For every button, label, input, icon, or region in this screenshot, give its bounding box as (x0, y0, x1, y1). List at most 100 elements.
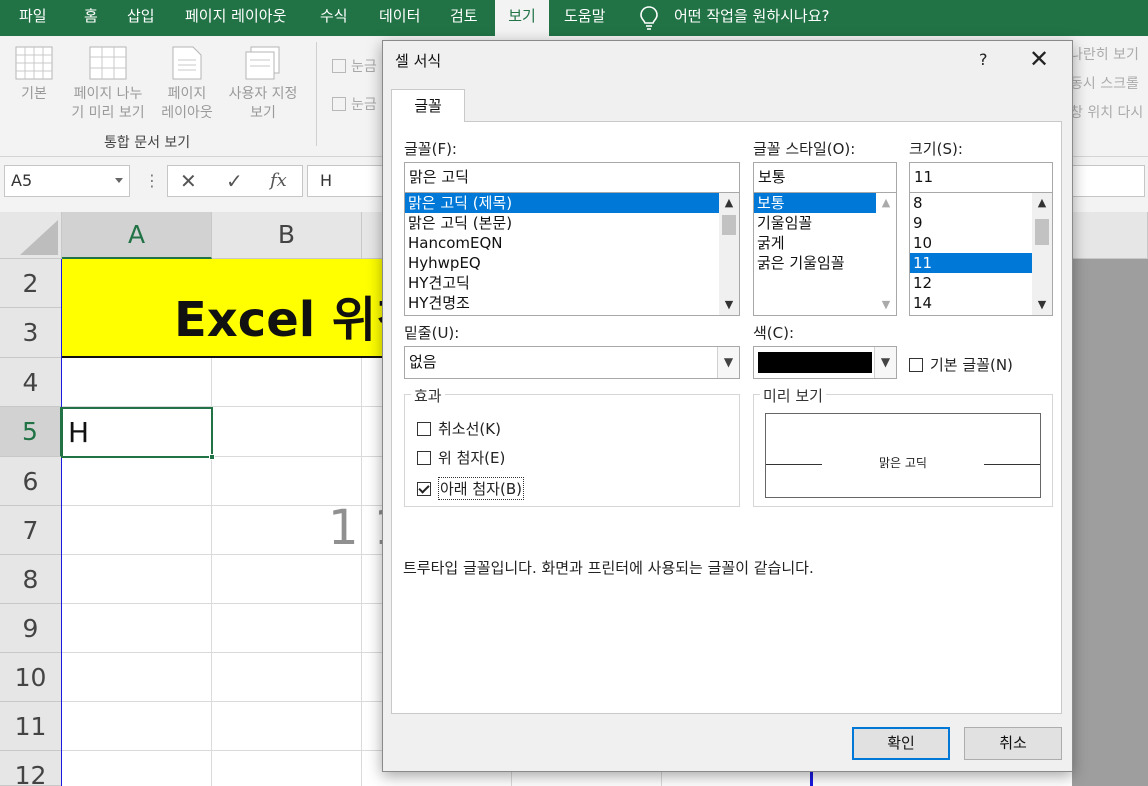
list-item[interactable]: HY견고딕 (405, 273, 739, 293)
font-list-scrollbar[interactable]: ▲ ▼ (719, 193, 739, 315)
preview-group: 미리 보기 맑은 고딕 (753, 385, 1053, 507)
cancel-button[interactable]: 취소 (964, 727, 1062, 760)
scroll-down-icon[interactable]: ▼ (879, 298, 893, 312)
scroll-thumb[interactable] (722, 215, 736, 235)
font-input[interactable]: 맑은 고딕 (404, 162, 740, 193)
select-all-triangle-icon (20, 220, 58, 255)
list-item[interactable]: HY견명조 (405, 293, 739, 313)
color-select[interactable]: ▼ (753, 346, 897, 379)
dialog-title: 셀 서식 (395, 52, 442, 70)
scroll-down-icon[interactable]: ▼ (1035, 298, 1049, 312)
chevron-down-icon[interactable] (115, 178, 123, 183)
close-button[interactable]: ✕ (1029, 47, 1049, 71)
select-all-button[interactable] (0, 212, 62, 259)
checkbox-box (417, 421, 431, 436)
font-style-list[interactable]: 보통 기울임꼴 굵게 굵은 기울임꼴 ▲ ▼ (753, 192, 897, 316)
size-list[interactable]: 8 9 10 11 12 14 ▲ ▼ (909, 192, 1053, 316)
size-list-scrollbar[interactable]: ▲ ▼ (1032, 193, 1052, 315)
list-item[interactable]: 11 (910, 253, 1032, 273)
tab-data[interactable]: 데이터 (379, 0, 420, 34)
tab-page-layout[interactable]: 페이지 레이아웃 (185, 0, 286, 34)
reset-window-position-button[interactable]: 창 위치 다시 (1070, 102, 1143, 122)
help-button[interactable]: ? (979, 50, 988, 69)
tab-file[interactable]: 파일 (19, 0, 47, 34)
page-break-preview-icon (89, 46, 127, 80)
insert-function-icon[interactable]: fx (270, 170, 287, 191)
page-layout-view-button[interactable]: 페이지 레이아웃 (156, 46, 218, 123)
headings-checkbox[interactable]: 눈금 (332, 94, 377, 114)
cancel-icon[interactable]: ✕ (180, 169, 197, 193)
row-header-9[interactable]: 9 (0, 604, 62, 653)
tell-me-search[interactable]: 어떤 작업을 원하시나요? (674, 0, 830, 34)
print-area-line (61, 259, 62, 786)
fill-handle[interactable] (209, 454, 215, 460)
strikethrough-checkbox[interactable]: 취소선(K) (417, 418, 501, 439)
subscript-checkbox[interactable]: 아래 첨자(B) (417, 477, 524, 500)
column-header-a[interactable]: A (62, 212, 212, 259)
ok-button[interactable]: 확인 (852, 727, 950, 760)
row-header-12[interactable]: 12 (0, 751, 62, 786)
font-list[interactable]: 맑은 고딕 (제목) 맑은 고딕 (본문) HancomEQN HyhwpEQ … (404, 192, 740, 316)
tab-view[interactable]: 보기 (495, 0, 549, 36)
tab-help[interactable]: 도움말 (564, 0, 605, 34)
tab-font[interactable]: 글꼴 (391, 89, 465, 122)
list-item[interactable]: 굵은 기울임꼴 (754, 253, 896, 273)
row-header-7[interactable]: 7 (0, 506, 62, 555)
list-item[interactable]: 기울임꼴 (754, 213, 896, 233)
view-side-by-side-button[interactable]: 나란히 보기 (1070, 44, 1139, 64)
scroll-down-icon[interactable]: ▼ (722, 298, 736, 312)
list-item[interactable]: 9 (910, 213, 1052, 233)
column-header-b[interactable]: B (212, 212, 362, 259)
list-item[interactable]: 맑은 고딕 (본문) (405, 213, 739, 233)
tab-review[interactable]: 검토 (450, 0, 478, 34)
active-cell-a5[interactable]: H (61, 407, 215, 460)
size-label: 크기(S): (909, 140, 963, 158)
list-item[interactable]: HyhwpEQ (405, 253, 739, 273)
page-break-preview-button[interactable]: 페이지 나누 기 미리 보기 (64, 46, 152, 123)
list-item[interactable]: 10 (910, 233, 1052, 253)
font-info-text: 트루타입 글꼴입니다. 화면과 프린터에 사용되는 글꼴이 같습니다. (403, 559, 814, 577)
tab-formulas[interactable]: 수식 (320, 0, 348, 34)
tab-home[interactable]: 홈 (84, 0, 98, 34)
grayed-area (1072, 259, 1148, 786)
scroll-thumb[interactable] (1035, 219, 1049, 245)
checkbox-box (909, 357, 923, 372)
row-header-11[interactable]: 11 (0, 702, 62, 751)
row-header-5[interactable]: 5 (0, 407, 62, 457)
row-header-6[interactable]: 6 (0, 457, 62, 506)
normal-view-button[interactable]: 기본 (14, 46, 54, 104)
enter-icon[interactable]: ✓ (226, 169, 243, 193)
scroll-up-icon[interactable]: ▲ (722, 196, 736, 210)
format-cells-dialog: 셀 서식 ? ✕ 글꼴 글꼴(F): 맑은 고딕 맑은 고딕 (제목) 맑은 고… (382, 40, 1073, 772)
chevron-down-icon[interactable]: ▼ (717, 347, 739, 378)
list-item[interactable]: HancomEQN (405, 233, 739, 253)
list-item[interactable]: 굵게 (754, 233, 896, 253)
chevron-down-icon[interactable]: ▼ (874, 347, 896, 378)
custom-views-button[interactable]: 사용자 지정 보기 (220, 46, 306, 123)
row-header-4[interactable]: 4 (0, 358, 62, 407)
row-header-3[interactable]: 3 (0, 308, 62, 358)
row-header-8[interactable]: 8 (0, 555, 62, 604)
underline-select[interactable]: 없음 ▼ (404, 346, 740, 379)
preview-text: 맑은 고딕 (879, 456, 927, 470)
list-item[interactable]: 보통 (754, 193, 876, 213)
list-item[interactable]: 8 (910, 193, 1052, 213)
list-item[interactable]: 14 (910, 293, 1052, 313)
color-label: 색(C): (753, 324, 795, 342)
tab-insert[interactable]: 삽입 (127, 0, 155, 34)
scroll-up-icon[interactable]: ▲ (1035, 196, 1049, 210)
list-item[interactable]: 12 (910, 273, 1052, 293)
row-header-2[interactable]: 2 (0, 259, 62, 308)
superscript-checkbox[interactable]: 위 첨자(E) (417, 447, 505, 468)
row-header-10[interactable]: 10 (0, 653, 62, 702)
font-style-scrollbar[interactable]: ▲ ▼ (876, 193, 896, 315)
name-box[interactable]: A5 (4, 165, 130, 197)
size-input[interactable]: 11 (909, 162, 1053, 193)
scroll-up-icon[interactable]: ▲ (879, 196, 893, 210)
normal-font-checkbox[interactable]: 기본 글꼴(N) (909, 354, 1013, 375)
gridlines-checkbox[interactable]: 눈금 (332, 56, 377, 76)
font-style-input[interactable]: 보통 (753, 162, 897, 193)
synchronous-scrolling-button[interactable]: 동시 스크롤 (1070, 73, 1139, 93)
color-swatch (758, 352, 872, 373)
list-item[interactable]: 맑은 고딕 (제목) (405, 193, 719, 213)
